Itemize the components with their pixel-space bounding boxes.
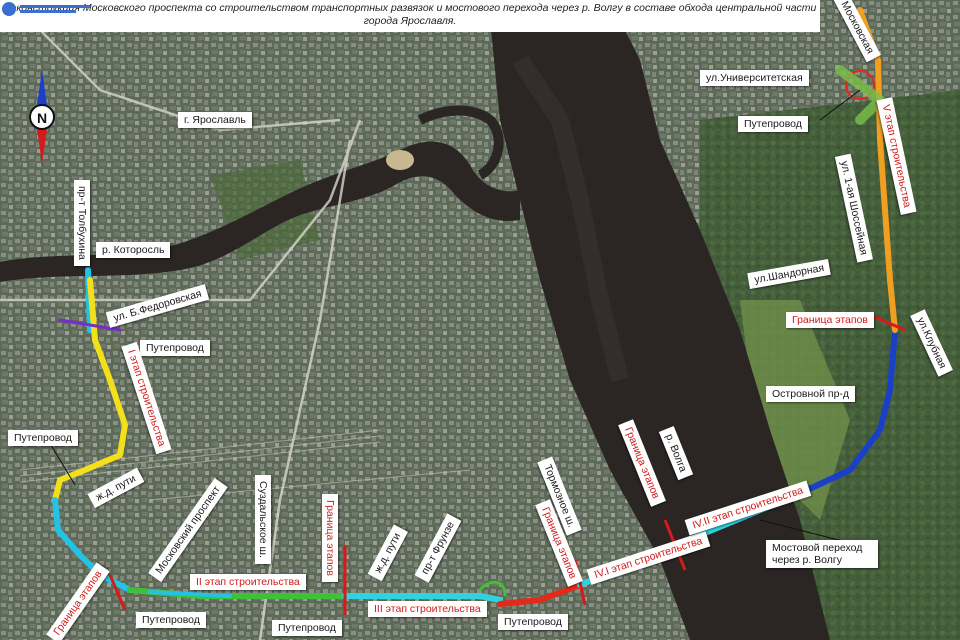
label-ul-universitetskaya: ул.Университетская [700, 70, 809, 87]
label-ostrovnoy-pr: Островной пр-д [766, 386, 856, 403]
compass-rose-icon: N [29, 70, 55, 164]
label-putoprovod-4: Путепровод [272, 620, 342, 637]
compass-north-letter: N [37, 110, 47, 126]
label-granitsa-etapov-5: Граница этапов [786, 312, 874, 329]
label-putoprovod-2: Путепровод [8, 430, 78, 447]
label-putoprovod-1: Путепровод [140, 340, 210, 357]
label-granitsa-etapov-2: Граница этапов [322, 494, 339, 582]
label-mostovoy-perekhod: Мостовой переход через р. Волгу [766, 540, 878, 569]
label-putoprovod-5: Путепровод [498, 614, 568, 631]
label-etap-3: III этап строительства [368, 601, 487, 618]
label-river-kotorosl: р. Которосль [96, 242, 171, 259]
map-title: Реконструкция Московского проспекта со с… [0, 0, 820, 32]
label-suzdalskoe-sh: Суздальское ш. [255, 475, 272, 564]
label-pr-tolbukhina: пр-т Толбухина [74, 180, 91, 266]
label-putoprovod-3: Путепровод [136, 612, 206, 629]
label-city: г. Ярославль [178, 112, 252, 129]
map-view[interactable]: Реконструкция Московского проспекта со с… [0, 0, 960, 640]
label-etap-2: II этап строительства [190, 574, 306, 591]
label-putoprovod-6: Путепровод [738, 116, 808, 133]
publisher-logo [2, 2, 90, 16]
